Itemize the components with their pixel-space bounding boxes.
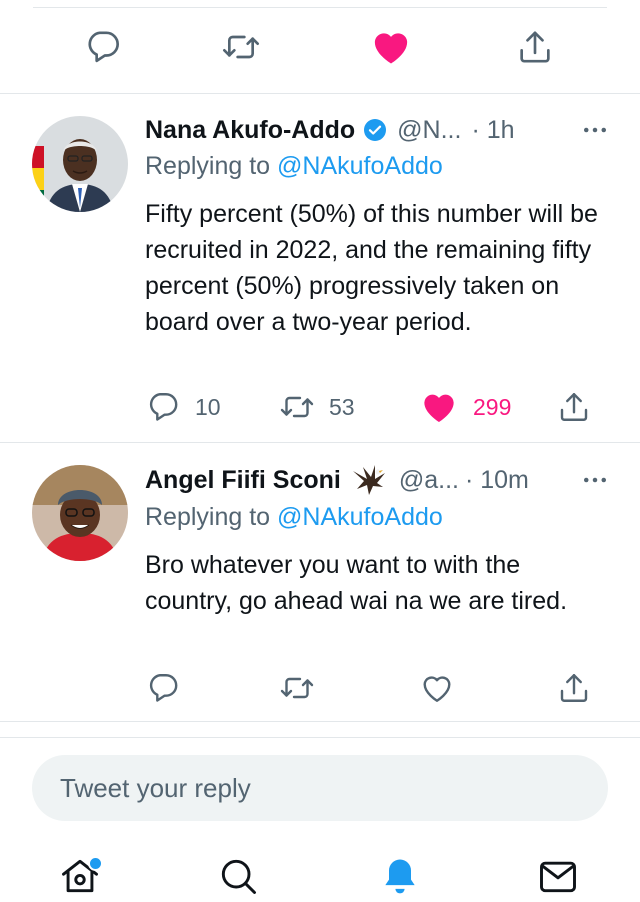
- like-icon-filled: [369, 25, 413, 69]
- avatar[interactable]: [32, 116, 128, 212]
- retweet-count: 53: [329, 393, 355, 420]
- retweet-button[interactable]: [279, 668, 315, 708]
- avatar[interactable]: [32, 465, 128, 561]
- like-count: 299: [473, 393, 512, 420]
- tweet-text: Bro whatever you want to with the countr…: [145, 551, 568, 615]
- author-handle[interactable]: @N...: [397, 116, 461, 145]
- reply-icon: [145, 389, 181, 425]
- like-icon: [419, 670, 455, 706]
- messages-icon: [540, 861, 576, 893]
- top-divider: [33, 7, 607, 8]
- share-icon: [515, 27, 555, 67]
- author-name[interactable]: Nana Akufo-Addo: [145, 116, 355, 145]
- more-options-button[interactable]: [580, 462, 610, 498]
- tab-search[interactable]: [210, 854, 266, 902]
- tweet-time[interactable]: · 1h: [471, 116, 514, 145]
- tweet-header: Nana Akufo-Addo @N... · 1h: [145, 112, 610, 148]
- tweet-time[interactable]: · 10m: [465, 466, 529, 495]
- more-icon: [580, 465, 610, 495]
- like-button[interactable]: [419, 668, 455, 708]
- share-button[interactable]: [512, 24, 558, 70]
- author-name[interactable]: Angel Fiifi Sconi: [145, 466, 341, 495]
- search-icon: [221, 859, 256, 894]
- replying-to: Replying to @NAkufoAddo: [145, 152, 443, 186]
- tab-bar: [0, 850, 640, 898]
- retweet-button[interactable]: 53: [279, 387, 355, 427]
- reply-button[interactable]: [80, 24, 126, 70]
- eagle-emoji-icon: [349, 463, 389, 497]
- divider: [0, 737, 640, 738]
- notifications-icon: [385, 859, 415, 894]
- tweet-text: Fifty percent (50%) of this number will …: [145, 200, 598, 336]
- tweet[interactable]: Nana Akufo-Addo @N... · 1h Replying to @…: [0, 94, 640, 442]
- retweet-icon: [221, 27, 261, 67]
- retweet-icon: [279, 389, 315, 425]
- reply-icon: [83, 27, 123, 67]
- author-handle[interactable]: @a...: [399, 466, 459, 495]
- share-button[interactable]: [556, 387, 592, 427]
- replying-to: Replying to @NAkufoAddo: [145, 503, 443, 537]
- like-icon-filled: [419, 387, 459, 427]
- reply-button[interactable]: [145, 668, 181, 708]
- avatar-photo: [32, 465, 128, 561]
- share-icon: [556, 670, 592, 706]
- tweet[interactable]: Angel Fiifi Sconi @a... · 10m Replying t…: [0, 443, 640, 721]
- more-options-button[interactable]: [580, 112, 610, 148]
- reply-button[interactable]: 10: [145, 387, 221, 427]
- verified-badge-icon: [363, 118, 387, 142]
- reply-input[interactable]: [58, 771, 562, 805]
- reply-box[interactable]: [32, 755, 608, 821]
- replying-prefix: Replying to: [145, 503, 271, 531]
- more-icon: [580, 115, 610, 145]
- tab-home[interactable]: [52, 854, 108, 902]
- retweet-button[interactable]: [218, 24, 264, 70]
- share-button[interactable]: [556, 668, 592, 708]
- divider: [0, 721, 640, 722]
- tab-messages[interactable]: [530, 854, 586, 902]
- like-button[interactable]: [368, 24, 414, 70]
- avatar-photo: [32, 116, 128, 212]
- previous-tweet-actions: [0, 24, 640, 76]
- reply-count: 10: [195, 393, 221, 420]
- replying-prefix: Replying to: [145, 152, 271, 180]
- new-content-dot: [88, 856, 103, 871]
- tweet-actions: 10 53 299: [145, 387, 610, 427]
- replying-mention-link[interactable]: @NAkufoAddo: [277, 503, 443, 531]
- tab-notifications[interactable]: [372, 854, 428, 902]
- retweet-icon: [279, 670, 315, 706]
- like-button[interactable]: 299: [419, 387, 511, 427]
- tweet-actions: [145, 668, 610, 708]
- tweet-header: Angel Fiifi Sconi @a... · 10m: [145, 462, 610, 498]
- replying-mention-link[interactable]: @NAkufoAddo: [277, 152, 443, 180]
- share-icon: [556, 389, 592, 425]
- reply-icon: [145, 670, 181, 706]
